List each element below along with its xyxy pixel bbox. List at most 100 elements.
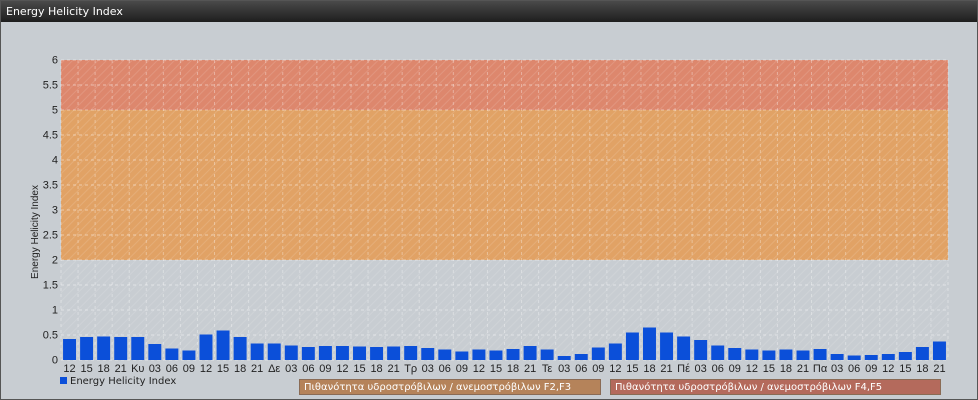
x-tick-label: Πα: [813, 363, 828, 375]
bar[interactable]: [489, 350, 503, 361]
bar[interactable]: [898, 352, 912, 360]
x-tick-label: 21: [251, 363, 263, 375]
bar[interactable]: [267, 343, 281, 361]
bar[interactable]: [728, 348, 742, 360]
x-tick-label: 15: [353, 363, 365, 375]
x-tick-label: 03: [422, 363, 434, 375]
bar[interactable]: [847, 355, 861, 361]
bar[interactable]: [540, 349, 554, 361]
y-tick-label: 4: [52, 155, 58, 167]
bar[interactable]: [643, 327, 656, 361]
x-tick-label: 09: [729, 363, 741, 375]
y-tick-label: 5: [52, 105, 58, 117]
bar[interactable]: [148, 344, 162, 360]
bar[interactable]: [318, 346, 332, 360]
bar[interactable]: [63, 339, 77, 360]
x-tick-label: 09: [456, 363, 468, 375]
x-tick-label: 15: [899, 363, 911, 375]
x-tick-label: 03: [695, 363, 707, 375]
bar[interactable]: [506, 349, 520, 360]
x-tick-label: Τε: [542, 363, 553, 375]
bar[interactable]: [915, 347, 929, 360]
x-tick-label: 21: [115, 363, 127, 375]
bar[interactable]: [625, 332, 639, 361]
bar[interactable]: [233, 337, 247, 360]
bar[interactable]: [779, 349, 793, 361]
bar[interactable]: [574, 354, 588, 360]
x-tick-label: 18: [780, 363, 792, 375]
bar[interactable]: [796, 350, 810, 361]
bar[interactable]: [216, 330, 230, 361]
bar[interactable]: [762, 350, 776, 361]
bar[interactable]: [353, 346, 366, 361]
ehi-chart: 0 0.5 1 1.5 2 2.5 3 3.5 4 4.5 5 5.5 6 12 15 18 21 Κυ 03 06…: [30, 55, 949, 375]
band-label-f4f5: Πιθανότητα υδροστρόβιλων / ανεμοστρόβιλω…: [610, 379, 941, 395]
bar[interactable]: [608, 343, 622, 361]
bar[interactable]: [301, 347, 315, 360]
bar[interactable]: [677, 336, 691, 361]
x-tick-label: Πέ: [677, 363, 690, 375]
x-tick-label: 06: [302, 363, 314, 375]
x-tick-label: 12: [746, 363, 758, 375]
x-tick-label: 09: [319, 363, 331, 375]
y-tick-label: 2.5: [43, 230, 58, 242]
y-tick-label: 1: [52, 305, 58, 317]
x-tick-label: 18: [370, 363, 382, 375]
x-tick-label: 18: [234, 363, 246, 375]
legend-entry[interactable]: Energy Helicity Index: [60, 376, 176, 387]
x-tick-label: 12: [200, 363, 212, 375]
window-title: Energy Helicity Index: [1, 1, 977, 22]
bar[interactable]: [455, 351, 469, 361]
x-tick-label: 12: [336, 363, 348, 375]
bar[interactable]: [932, 341, 946, 361]
x-tick-label: 15: [80, 363, 92, 375]
bar[interactable]: [80, 337, 94, 360]
bar[interactable]: [250, 343, 264, 361]
bar[interactable]: [694, 340, 708, 360]
x-tick-label: 09: [183, 363, 195, 375]
bar[interactable]: [881, 354, 895, 360]
y-tick-label: 4.5: [43, 130, 58, 142]
bar[interactable]: [335, 346, 349, 360]
legend-label: Energy Helicity Index: [70, 376, 177, 387]
x-tick-label: 12: [473, 363, 485, 375]
band-label-f2f3: Πιθανότητα υδροστρόβιλων / ανεμοστρόβιλω…: [299, 379, 601, 395]
bar[interactable]: [864, 355, 878, 360]
bar[interactable]: [472, 349, 486, 361]
y-tick-label: 2: [52, 255, 58, 267]
x-tick-label: 12: [63, 363, 75, 375]
x-tick-label: Τρ: [404, 363, 417, 375]
bar[interactable]: [131, 337, 145, 360]
x-tick-label: 06: [848, 363, 860, 375]
bar[interactable]: [387, 346, 401, 361]
y-tick-label: 0.5: [43, 330, 58, 342]
bar[interactable]: [523, 346, 537, 360]
y-tick-label: 5.5: [43, 80, 58, 92]
bar[interactable]: [711, 345, 725, 361]
bar[interactable]: [284, 345, 298, 361]
bar[interactable]: [97, 336, 111, 361]
bar[interactable]: [182, 350, 196, 361]
bar[interactable]: [591, 347, 605, 361]
bar[interactable]: [165, 348, 179, 361]
x-tick-label: 06: [439, 363, 451, 375]
bar[interactable]: [199, 334, 213, 361]
bar[interactable]: [438, 349, 452, 361]
bar[interactable]: [830, 354, 844, 360]
x-tick-label: 15: [763, 363, 775, 375]
bar[interactable]: [745, 349, 759, 361]
bar[interactable]: [813, 349, 827, 360]
bar[interactable]: [660, 332, 674, 361]
bar[interactable]: [404, 346, 418, 360]
x-tick-label: 21: [933, 363, 945, 375]
y-tick-label: 3.5: [43, 180, 58, 192]
bar[interactable]: [114, 337, 128, 360]
x-tick-label: 15: [490, 363, 502, 375]
bar[interactable]: [421, 348, 435, 360]
bar[interactable]: [370, 347, 384, 360]
x-tick-label: 09: [592, 363, 604, 375]
x-tick-label: 21: [660, 363, 672, 375]
x-tick-label: Δε: [268, 363, 280, 375]
x-tick-label: 03: [149, 363, 161, 375]
bar[interactable]: [557, 356, 571, 360]
